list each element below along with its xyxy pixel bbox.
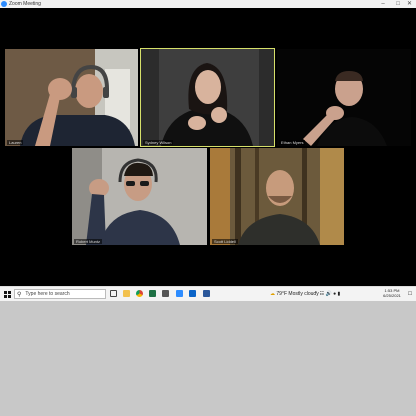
zoom-icon[interactable]: [176, 290, 183, 297]
search-placeholder: Type here to search: [25, 291, 70, 297]
participant-name: Ethan Myers: [279, 140, 306, 145]
windows-icon: [3, 290, 11, 298]
participant-name: Robert Muntz: [74, 239, 103, 244]
word-icon[interactable]: [203, 290, 210, 297]
clock-date: 6/25/2021: [383, 293, 401, 298]
video-tile-sydney[interactable]: Sydney Wilson: [140, 48, 275, 147]
start-button[interactable]: [2, 287, 12, 301]
video-feed: [141, 49, 274, 146]
battery-icon[interactable]: ▮: [338, 291, 341, 297]
participant-name: Sydney Wilson: [143, 140, 174, 145]
network-icon[interactable]: ☷: [320, 291, 324, 297]
minimize-button[interactable]: –: [375, 0, 391, 8]
task-view-icon[interactable]: [110, 290, 117, 297]
participant-name: Scott Liddell: [212, 239, 238, 244]
taskbar-clock[interactable]: 1:53 PM 6/25/2021: [380, 288, 404, 298]
video-tile-ethan[interactable]: Ethan Myers: [277, 49, 411, 146]
video-feed: [277, 49, 411, 146]
weather-temp: 79°F: [276, 291, 288, 297]
weather-icon: ☁: [270, 291, 275, 297]
participant-name: Lauren: [7, 140, 24, 145]
zoom-window: Zoom Meeting – □ ✕ Lauren Sydney Wilson …: [0, 0, 416, 286]
volume-icon[interactable]: 🔊: [325, 291, 331, 297]
video-tile-lauren[interactable]: Lauren: [5, 49, 138, 146]
close-button[interactable]: ✕: [403, 0, 416, 8]
outlook-icon[interactable]: [189, 290, 196, 297]
video-feed: [72, 148, 207, 245]
window-title: Zoom Meeting: [9, 1, 41, 7]
excel-icon[interactable]: [149, 290, 156, 297]
video-feed: [210, 148, 344, 245]
taskbar-search-box[interactable]: ⚲ Type here to search: [14, 289, 106, 299]
video-tile-scott[interactable]: Scott Liddell: [210, 148, 344, 245]
microphone-icon[interactable]: ●: [333, 291, 336, 297]
store-icon[interactable]: [162, 290, 169, 297]
chrome-icon[interactable]: [136, 290, 143, 297]
weather-widget[interactable]: ☁ 79°F Mostly cloudy: [270, 287, 319, 301]
file-explorer-icon[interactable]: [123, 290, 130, 297]
notification-icon: □: [408, 291, 412, 297]
windows-taskbar: ⚲ Type here to search ☁ 79°F Mostly clou…: [0, 286, 416, 301]
video-feed: [5, 49, 138, 146]
search-icon: ⚲: [17, 291, 22, 298]
chevron-up-icon[interactable]: ⌃: [314, 291, 318, 297]
tray-icons[interactable]: ⌃ ☷ 🔊 ● ▮: [314, 287, 340, 301]
zoom-logo-icon: [1, 1, 7, 7]
title-bar: Zoom Meeting – □ ✕: [0, 0, 416, 8]
notifications-button[interactable]: □: [405, 287, 415, 301]
video-tile-robert[interactable]: Robert Muntz: [72, 148, 207, 245]
